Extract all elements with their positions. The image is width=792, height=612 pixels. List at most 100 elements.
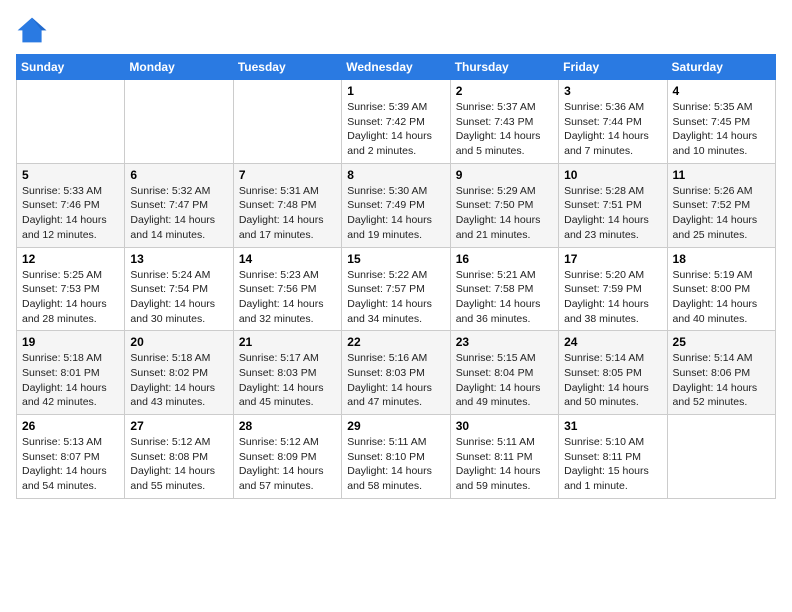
calendar-cell: 8 Sunrise: 5:30 AMSunset: 7:49 PMDaylight… <box>342 163 450 247</box>
day-number: 9 <box>456 168 553 182</box>
calendar-cell: 12 Sunrise: 5:25 AMSunset: 7:53 PMDayligh… <box>17 247 125 331</box>
day-info: Sunrise: 5:23 AMSunset: 7:56 PMDaylight:… <box>239 268 336 327</box>
day-number: 17 <box>564 252 661 266</box>
calendar-cell: 27 Sunrise: 5:12 AMSunset: 8:08 PMDayligh… <box>125 415 233 499</box>
logo-icon <box>16 16 48 44</box>
day-number: 10 <box>564 168 661 182</box>
day-number: 14 <box>239 252 336 266</box>
day-header-friday: Friday <box>559 55 667 80</box>
calendar-cell: 16Sunrise: 5:21 AMSunset: 7:58 PMDayligh… <box>450 247 558 331</box>
calendar-cell: 1 Sunrise: 5:39 AMSunset: 7:42 PMDaylight… <box>342 80 450 164</box>
header-row: SundayMondayTuesdayWednesdayThursdayFrid… <box>17 55 776 80</box>
day-number: 13 <box>130 252 227 266</box>
week-row-3: 12 Sunrise: 5:25 AMSunset: 7:53 PMDayligh… <box>17 247 776 331</box>
week-row-2: 5Sunrise: 5:33 AMSunset: 7:46 PMDaylight… <box>17 163 776 247</box>
day-number: 8 <box>347 168 444 182</box>
day-info: Sunrise: 5:22 AMSunset: 7:57 PMDaylight:… <box>347 268 444 327</box>
day-header-saturday: Saturday <box>667 55 775 80</box>
day-number: 18 <box>673 252 770 266</box>
calendar-cell: 31 Sunrise: 5:10 AMSunset: 8:11 PMDayligh… <box>559 415 667 499</box>
calendar-cell: 11 Sunrise: 5:26 AMSunset: 7:52 PMDayligh… <box>667 163 775 247</box>
day-info: Sunrise: 5:26 AMSunset: 7:52 PMDaylight:… <box>673 184 770 243</box>
logo <box>16 16 50 44</box>
day-number: 11 <box>673 168 770 182</box>
day-header-sunday: Sunday <box>17 55 125 80</box>
calendar-cell: 14 Sunrise: 5:23 AMSunset: 7:56 PMDayligh… <box>233 247 341 331</box>
day-number: 19 <box>22 335 119 349</box>
calendar-cell <box>17 80 125 164</box>
calendar-cell: 10Sunrise: 5:28 AMSunset: 7:51 PMDayligh… <box>559 163 667 247</box>
day-number: 21 <box>239 335 336 349</box>
day-info: Sunrise: 5:11 AMSunset: 8:11 PMDaylight:… <box>456 435 553 494</box>
calendar-cell: 28 Sunrise: 5:12 AMSunset: 8:09 PMDayligh… <box>233 415 341 499</box>
day-number: 22 <box>347 335 444 349</box>
day-number: 23 <box>456 335 553 349</box>
day-number: 6 <box>130 168 227 182</box>
day-number: 26 <box>22 419 119 433</box>
page-header <box>16 16 776 44</box>
calendar-cell: 4Sunrise: 5:35 AMSunset: 7:45 PMDaylight… <box>667 80 775 164</box>
day-info: Sunrise: 5:12 AMSunset: 8:08 PMDaylight:… <box>130 435 227 494</box>
calendar-cell: 7 Sunrise: 5:31 AMSunset: 7:48 PMDaylight… <box>233 163 341 247</box>
day-info: Sunrise: 5:25 AMSunset: 7:53 PMDaylight:… <box>22 268 119 327</box>
calendar-cell: 6 Sunrise: 5:32 AMSunset: 7:47 PMDaylight… <box>125 163 233 247</box>
day-info: Sunrise: 5:32 AMSunset: 7:47 PMDaylight:… <box>130 184 227 243</box>
calendar-cell: 25 Sunrise: 5:14 AMSunset: 8:06 PMDayligh… <box>667 331 775 415</box>
week-row-4: 19 Sunrise: 5:18 AMSunset: 8:01 PMDayligh… <box>17 331 776 415</box>
day-info: Sunrise: 5:19 AMSunset: 8:00 PMDaylight:… <box>673 268 770 327</box>
calendar-cell: 23 Sunrise: 5:15 AMSunset: 8:04 PMDayligh… <box>450 331 558 415</box>
calendar-cell: 18 Sunrise: 5:19 AMSunset: 8:00 PMDayligh… <box>667 247 775 331</box>
day-info: Sunrise: 5:29 AMSunset: 7:50 PMDaylight:… <box>456 184 553 243</box>
day-info: Sunrise: 5:16 AMSunset: 8:03 PMDaylight:… <box>347 351 444 410</box>
calendar-cell: 21 Sunrise: 5:17 AMSunset: 8:03 PMDayligh… <box>233 331 341 415</box>
calendar-cell: 26 Sunrise: 5:13 AMSunset: 8:07 PMDayligh… <box>17 415 125 499</box>
day-number: 20 <box>130 335 227 349</box>
week-row-5: 26 Sunrise: 5:13 AMSunset: 8:07 PMDayligh… <box>17 415 776 499</box>
day-info: Sunrise: 5:17 AMSunset: 8:03 PMDaylight:… <box>239 351 336 410</box>
day-number: 31 <box>564 419 661 433</box>
calendar-cell: 9 Sunrise: 5:29 AMSunset: 7:50 PMDaylight… <box>450 163 558 247</box>
day-number: 12 <box>22 252 119 266</box>
calendar-cell: 19 Sunrise: 5:18 AMSunset: 8:01 PMDayligh… <box>17 331 125 415</box>
day-number: 16 <box>456 252 553 266</box>
calendar-cell: 13 Sunrise: 5:24 AMSunset: 7:54 PMDayligh… <box>125 247 233 331</box>
day-info: Sunrise: 5:18 AMSunset: 8:01 PMDaylight:… <box>22 351 119 410</box>
day-number: 24 <box>564 335 661 349</box>
day-info: Sunrise: 5:10 AMSunset: 8:11 PMDaylight:… <box>564 435 661 494</box>
day-number: 30 <box>456 419 553 433</box>
calendar-cell: 29 Sunrise: 5:11 AMSunset: 8:10 PMDayligh… <box>342 415 450 499</box>
day-info: Sunrise: 5:18 AMSunset: 8:02 PMDaylight:… <box>130 351 227 410</box>
day-header-monday: Monday <box>125 55 233 80</box>
day-number: 25 <box>673 335 770 349</box>
day-info: Sunrise: 5:13 AMSunset: 8:07 PMDaylight:… <box>22 435 119 494</box>
day-info: Sunrise: 5:11 AMSunset: 8:10 PMDaylight:… <box>347 435 444 494</box>
day-info: Sunrise: 5:39 AMSunset: 7:42 PMDaylight:… <box>347 100 444 159</box>
day-info: Sunrise: 5:14 AMSunset: 8:05 PMDaylight:… <box>564 351 661 410</box>
day-info: Sunrise: 5:14 AMSunset: 8:06 PMDaylight:… <box>673 351 770 410</box>
day-number: 7 <box>239 168 336 182</box>
calendar-cell: 3Sunrise: 5:36 AMSunset: 7:44 PMDaylight… <box>559 80 667 164</box>
day-number: 15 <box>347 252 444 266</box>
day-info: Sunrise: 5:24 AMSunset: 7:54 PMDaylight:… <box>130 268 227 327</box>
day-info: Sunrise: 5:31 AMSunset: 7:48 PMDaylight:… <box>239 184 336 243</box>
day-header-thursday: Thursday <box>450 55 558 80</box>
calendar-cell: 22 Sunrise: 5:16 AMSunset: 8:03 PMDayligh… <box>342 331 450 415</box>
calendar-cell: 2Sunrise: 5:37 AMSunset: 7:43 PMDaylight… <box>450 80 558 164</box>
day-header-wednesday: Wednesday <box>342 55 450 80</box>
calendar-cell: 20 Sunrise: 5:18 AMSunset: 8:02 PMDayligh… <box>125 331 233 415</box>
day-info: Sunrise: 5:30 AMSunset: 7:49 PMDaylight:… <box>347 184 444 243</box>
day-number: 3 <box>564 84 661 98</box>
day-info: Sunrise: 5:15 AMSunset: 8:04 PMDaylight:… <box>456 351 553 410</box>
week-row-1: 1 Sunrise: 5:39 AMSunset: 7:42 PMDaylight… <box>17 80 776 164</box>
day-info: Sunrise: 5:12 AMSunset: 8:09 PMDaylight:… <box>239 435 336 494</box>
calendar-cell <box>667 415 775 499</box>
calendar-cell: 15 Sunrise: 5:22 AMSunset: 7:57 PMDayligh… <box>342 247 450 331</box>
day-number: 1 <box>347 84 444 98</box>
calendar-cell: 5Sunrise: 5:33 AMSunset: 7:46 PMDaylight… <box>17 163 125 247</box>
day-number: 29 <box>347 419 444 433</box>
day-number: 27 <box>130 419 227 433</box>
day-number: 28 <box>239 419 336 433</box>
calendar-cell <box>233 80 341 164</box>
day-info: Sunrise: 5:35 AMSunset: 7:45 PMDaylight:… <box>673 100 770 159</box>
day-number: 2 <box>456 84 553 98</box>
